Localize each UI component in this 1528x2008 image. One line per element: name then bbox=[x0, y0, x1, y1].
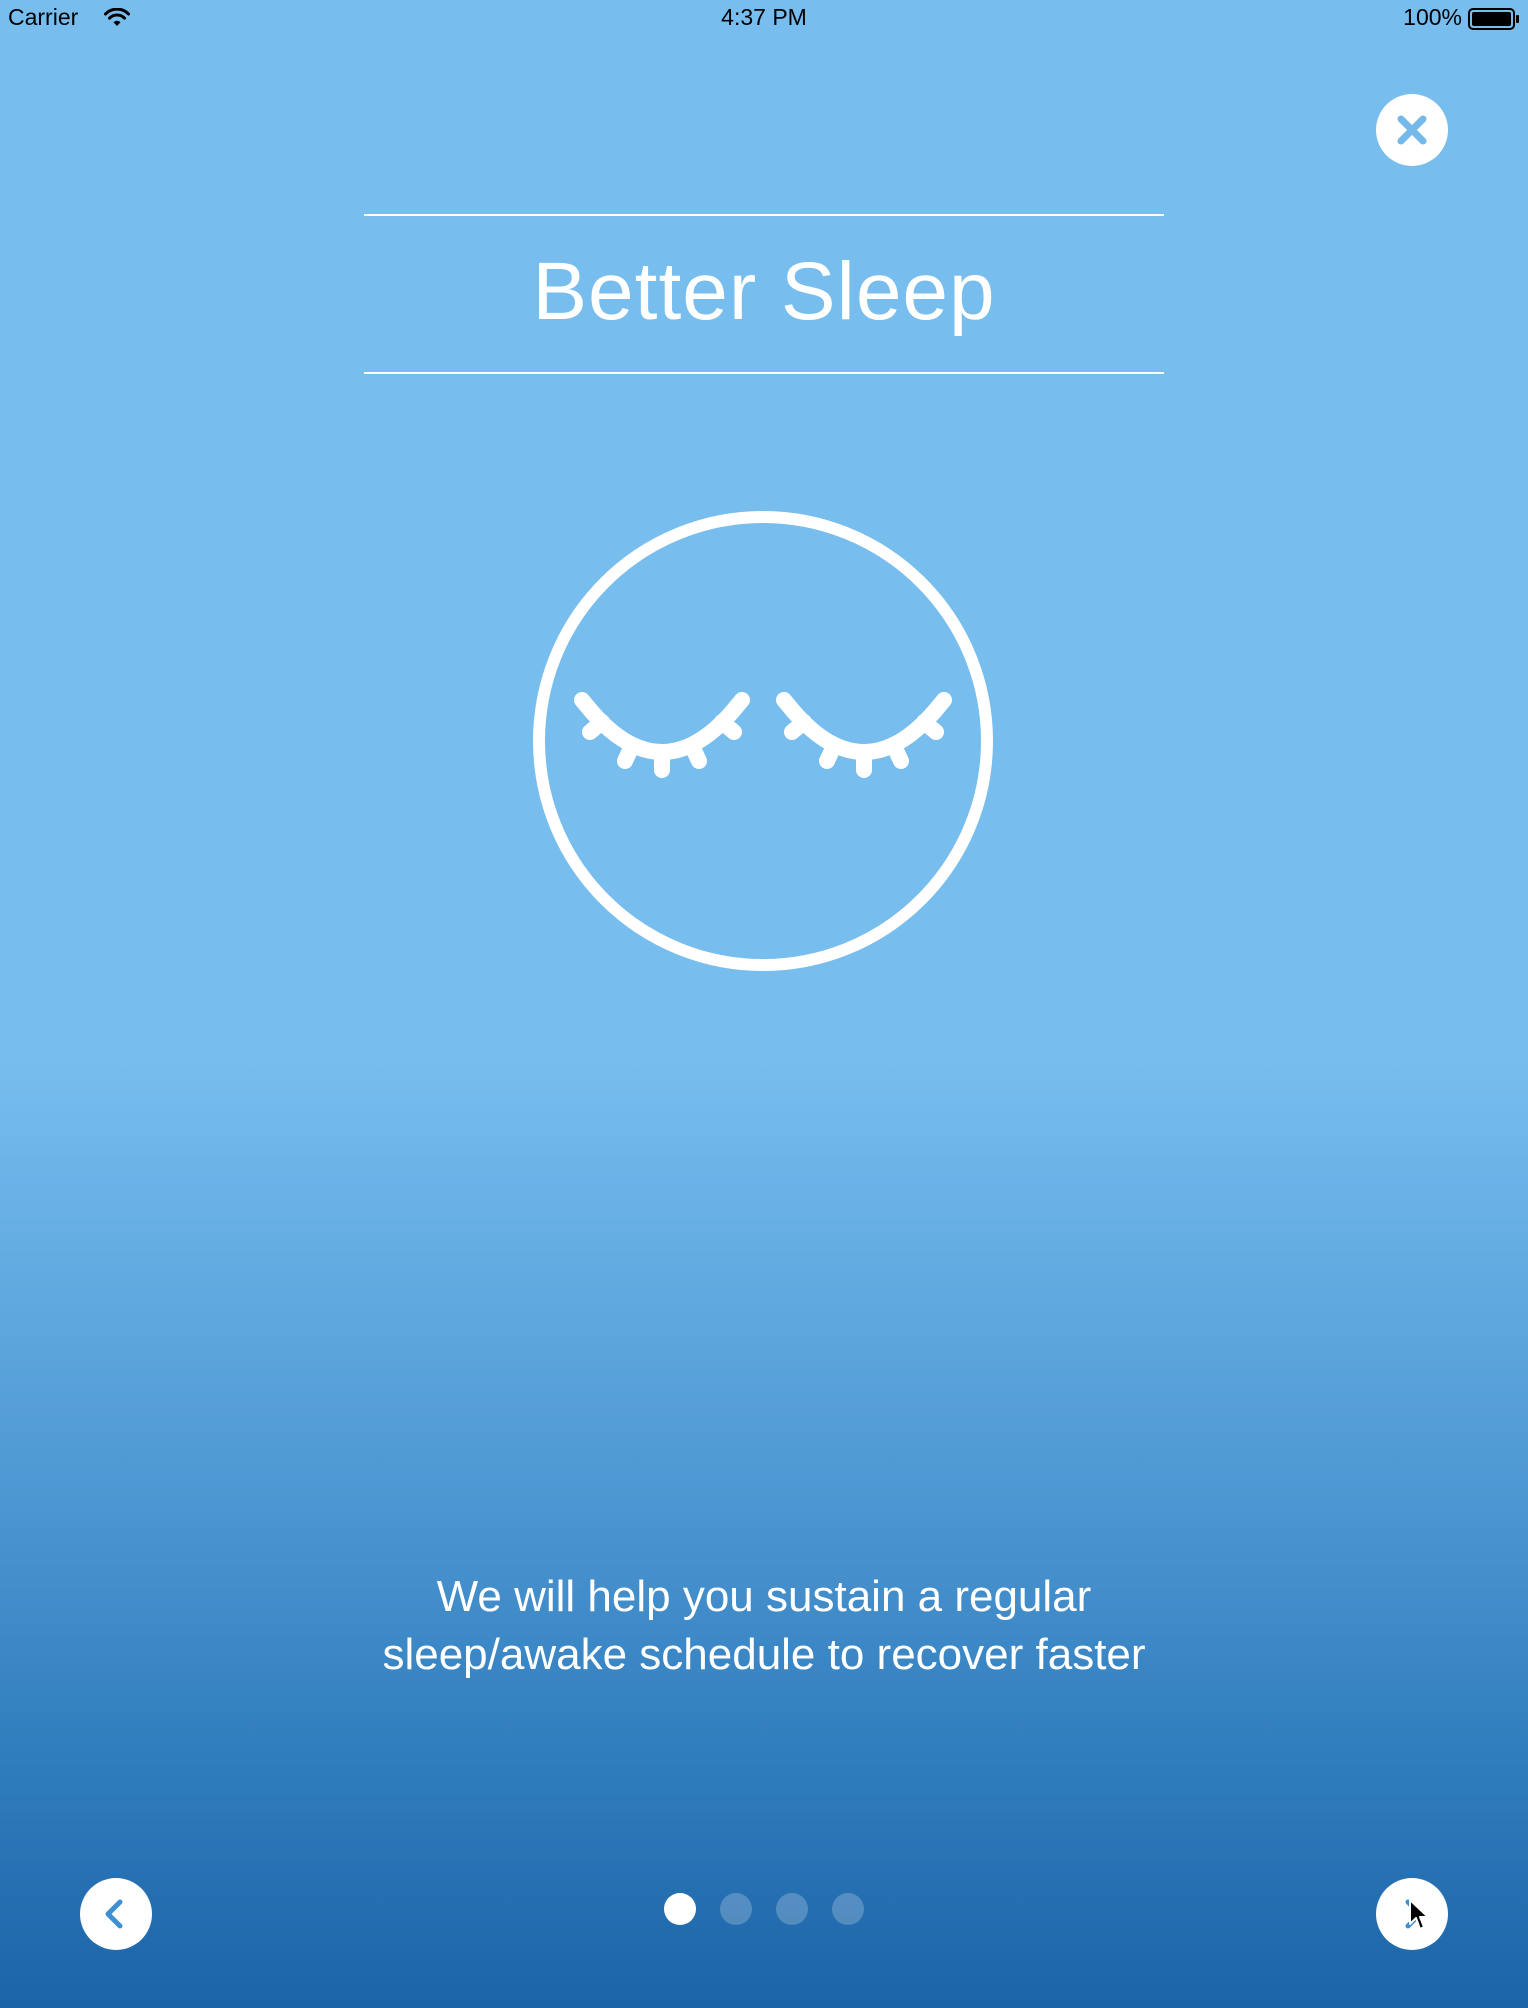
page-title: Better Sleep bbox=[532, 246, 996, 337]
status-time: 4:37 PM bbox=[721, 4, 807, 30]
onboarding-description: We will help you sustain a regular sleep… bbox=[200, 1568, 1328, 1684]
description-line-2: sleep/awake schedule to recover faster bbox=[382, 1630, 1146, 1679]
page-dot-1[interactable] bbox=[664, 1893, 696, 1925]
chevron-right-icon bbox=[1405, 1899, 1423, 1929]
battery-icon bbox=[1468, 8, 1519, 30]
next-button[interactable] bbox=[1376, 1878, 1448, 1950]
battery-percentage: 100% bbox=[1403, 4, 1462, 30]
page-dot-2[interactable] bbox=[720, 1893, 752, 1925]
close-icon bbox=[1397, 115, 1427, 145]
status-bar: Carrier 4:37 PM 100% bbox=[0, 0, 1528, 38]
close-button[interactable] bbox=[1376, 94, 1448, 166]
description-line-1: We will help you sustain a regular bbox=[436, 1572, 1092, 1621]
title-divider-top bbox=[364, 214, 1164, 216]
page-dot-3[interactable] bbox=[776, 1893, 808, 1925]
page-dot-4[interactable] bbox=[832, 1893, 864, 1925]
title-divider-bottom bbox=[364, 372, 1164, 374]
sleeping-face-icon bbox=[533, 511, 993, 971]
page-indicator bbox=[0, 1893, 1528, 1925]
